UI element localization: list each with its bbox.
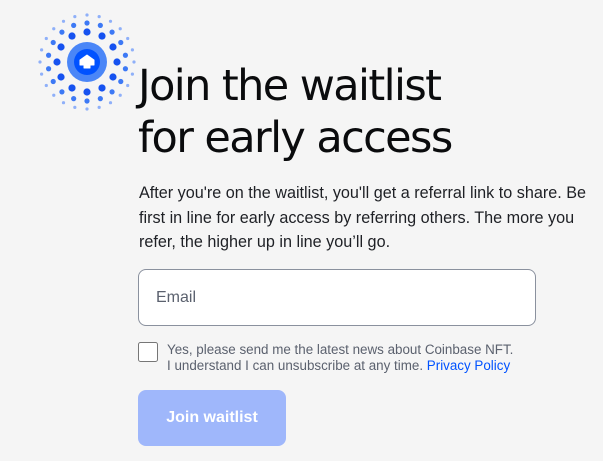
logo-dot (52, 27, 56, 31)
logo-dot (61, 19, 66, 23)
logo-dot (45, 52, 52, 58)
waitlist-description: After you're on the waitlist, you'll get… (139, 184, 587, 251)
logo-dot (68, 84, 76, 92)
logo-dot (118, 27, 122, 31)
logo-dot (118, 78, 124, 85)
logo-dot (97, 105, 101, 109)
consent-line-2-text: I understand I can unsubscribe at any ti… (167, 357, 424, 373)
logo-dot (122, 52, 129, 58)
logo-dot (83, 28, 91, 36)
coinbase-nft-logo (35, 10, 139, 114)
logo-dot (73, 15, 77, 19)
logo-dot (109, 73, 117, 81)
logo-dot (71, 22, 77, 28)
logo-dot (126, 83, 130, 88)
page-title: Join the waitlist for early access (138, 60, 453, 164)
logo-dot (50, 78, 56, 85)
logo-dot (45, 66, 52, 72)
logo-dot (61, 101, 66, 105)
logo-dot (108, 101, 113, 105)
logo-dot (59, 89, 65, 95)
logo-dot (53, 58, 61, 66)
logo-dot (57, 73, 65, 81)
logo-dot (109, 29, 115, 35)
page-title-line-2: for early access (138, 113, 453, 163)
page-title-line-1: Join the waitlist (138, 61, 442, 111)
logo-dot (83, 88, 91, 96)
logo-dot (130, 72, 134, 76)
logo-dot (84, 20, 90, 26)
logo-dot (40, 72, 44, 76)
logo-dot (97, 15, 101, 19)
logo-dot (57, 43, 65, 51)
logo-dot (108, 19, 113, 23)
logo-dot (44, 83, 48, 88)
logo-dot (132, 60, 136, 64)
newsletter-consent-text: Yes, please send me the latest news abou… (167, 342, 587, 373)
coinbase-nft-burst-icon (38, 13, 136, 111)
logo-dot (109, 43, 117, 51)
logo-dot (84, 98, 90, 104)
logo-dot (44, 36, 48, 41)
consent-line-2: I understand I can unsubscribe at any ti… (167, 358, 587, 374)
consent-line-1: Yes, please send me the latest news abou… (167, 342, 514, 357)
logo-dot (98, 32, 106, 40)
logo-dot (40, 48, 44, 52)
logo-dot (85, 107, 89, 111)
logo-dot (50, 39, 56, 46)
logo-dot (109, 89, 115, 95)
logo-dot (97, 22, 103, 28)
logo-dot (97, 96, 103, 102)
logo-dot (130, 48, 134, 52)
logo-dot (113, 58, 121, 66)
newsletter-checkbox[interactable] (138, 342, 158, 362)
logo-dot (118, 39, 124, 46)
privacy-policy-link[interactable]: Privacy Policy (427, 358, 510, 373)
logo-dot (71, 96, 77, 102)
logo-dot (98, 84, 106, 92)
logo-dot (122, 66, 129, 72)
logo-dot (52, 93, 56, 97)
logo-dot (118, 93, 122, 97)
logo-dot (38, 60, 42, 64)
logo-dot (126, 36, 130, 41)
email-input[interactable] (138, 269, 536, 326)
logo-dot (68, 32, 76, 40)
logo-dot (73, 105, 77, 109)
logo-dot (59, 29, 65, 35)
logo-dot (85, 13, 89, 17)
join-waitlist-button[interactable]: Join waitlist (138, 390, 286, 446)
